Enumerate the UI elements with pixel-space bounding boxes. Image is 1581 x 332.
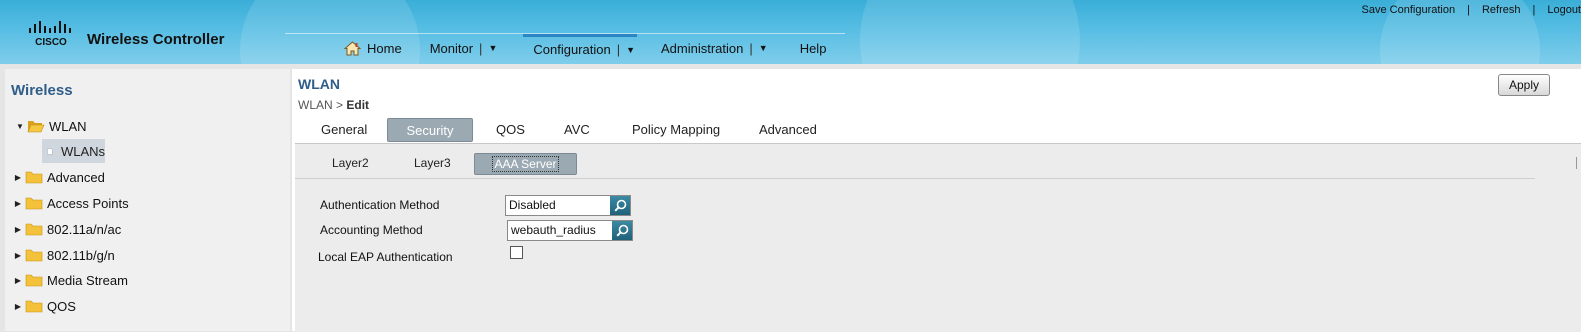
- separator: |: [1467, 4, 1470, 16]
- utility-links: Save Configuration | Refresh | Logout: [1362, 4, 1581, 16]
- expanded-arrow-icon[interactable]: ▼: [15, 122, 25, 131]
- collapsed-arrow-icon[interactable]: ▶: [13, 173, 23, 182]
- top-header: CISCO Wireless Controller Save Configura…: [0, 0, 1581, 64]
- search-icon[interactable]: [612, 221, 632, 240]
- chevron-down-icon[interactable]: ▼: [759, 43, 768, 53]
- tab-bar: General Security QOS AVC Policy Mapping …: [292, 118, 1581, 142]
- folder-icon: [25, 197, 43, 210]
- breadcrumb-current: Edit: [346, 98, 370, 112]
- nav-help-label: Help: [799, 40, 827, 56]
- nav-monitor[interactable]: Monitor | ▼: [428, 34, 500, 62]
- subtab-layer3[interactable]: Layer3: [414, 153, 451, 173]
- sidebar-item-label: 802.11a/n/ac: [47, 221, 122, 237]
- subtab-aaa-server[interactable]: AAA Server: [474, 153, 577, 175]
- tab-qos[interactable]: QOS: [496, 118, 525, 140]
- folder-icon: [25, 249, 43, 262]
- acct-method-value[interactable]: webauth_radius: [508, 221, 612, 240]
- sidebar-title: Wireless: [11, 82, 73, 99]
- tab-avc[interactable]: AVC: [564, 118, 590, 140]
- subtab-layer2[interactable]: Layer2: [332, 153, 369, 173]
- breadcrumb-parent[interactable]: WLAN: [298, 98, 333, 112]
- sidebar-item-label: QOS: [47, 298, 76, 314]
- nav-administration[interactable]: Administration | ▼: [659, 34, 770, 62]
- folder-icon: [25, 223, 43, 236]
- collapsed-arrow-icon[interactable]: ▶: [13, 199, 23, 208]
- local-eap-label: Local EAP Authentication: [318, 250, 453, 264]
- logo-text: CISCO: [35, 37, 67, 48]
- sidebar-item-media-stream[interactable]: ▶ Media Stream: [13, 269, 128, 291]
- subtab-aaa-server-label: AAA Server: [492, 156, 559, 172]
- refresh-link[interactable]: Refresh: [1482, 4, 1521, 16]
- nav-administration-label: Administration: [661, 40, 744, 56]
- collapsed-arrow-icon[interactable]: ▶: [13, 251, 23, 260]
- security-content: Layer2 Layer3 AAA Server Authentication …: [295, 143, 1581, 332]
- auth-method-field[interactable]: Disabled: [505, 195, 631, 216]
- separator: |: [749, 40, 753, 56]
- tab-general[interactable]: General: [321, 118, 367, 140]
- auth-method-value[interactable]: Disabled: [506, 196, 610, 215]
- sidebar-item-label: Media Stream: [47, 272, 128, 288]
- local-eap-checkbox[interactable]: [510, 246, 523, 259]
- auth-method-label: Authentication Method: [320, 198, 440, 212]
- acct-method-label: Accounting Method: [320, 223, 423, 237]
- save-configuration-link[interactable]: Save Configuration: [1362, 4, 1456, 16]
- sidebar: Wireless ▼ WLAN WLANs ▶ Advanced ▶ Acces…: [5, 69, 290, 331]
- separator: |: [1532, 4, 1536, 16]
- sidebar-item-wlans[interactable]: WLANs: [42, 139, 105, 163]
- page-title: WLAN: [298, 76, 340, 92]
- separator: |: [479, 40, 483, 56]
- collapsed-arrow-icon[interactable]: ▶: [13, 225, 23, 234]
- tab-security[interactable]: Security: [387, 118, 473, 142]
- chevron-down-icon[interactable]: ▼: [626, 45, 635, 55]
- sidebar-item-label: WLANs: [60, 143, 105, 159]
- sidebar-item-wlan[interactable]: ▼ WLAN: [15, 115, 87, 137]
- tab-policy-mapping[interactable]: Policy Mapping: [632, 118, 720, 140]
- logout-link[interactable]: Logout: [1547, 4, 1581, 16]
- sidebar-item-advanced[interactable]: ▶ Advanced: [13, 166, 105, 188]
- nav-configuration[interactable]: Configuration | ▼: [523, 34, 637, 62]
- cisco-logo: CISCO: [29, 21, 71, 48]
- sidebar-item-802-11b[interactable]: ▶ 802.11b/g/n: [13, 244, 115, 266]
- nav-home-label: Home: [367, 40, 402, 56]
- home-icon: [344, 40, 361, 55]
- document-icon: [47, 147, 53, 155]
- sidebar-item-label: Advanced: [47, 169, 105, 185]
- sidebar-item-label: Access Points: [47, 195, 129, 211]
- breadcrumb: WLAN > Edit: [298, 98, 369, 112]
- main-panel: WLAN WLAN > Edit Apply General Security …: [292, 69, 1581, 332]
- folder-open-icon: [27, 121, 45, 133]
- nav-help[interactable]: Help: [798, 34, 829, 62]
- chevron-down-icon[interactable]: ▼: [488, 43, 497, 53]
- separator: |: [616, 42, 621, 57]
- nav-monitor-label: Monitor: [429, 40, 474, 56]
- folder-icon: [25, 171, 43, 184]
- folder-icon: [25, 300, 43, 313]
- sidebar-item-802-11a[interactable]: ▶ 802.11a/n/ac: [13, 218, 121, 240]
- collapsed-arrow-icon[interactable]: ▶: [13, 276, 23, 285]
- collapsed-arrow-icon[interactable]: ▶: [13, 302, 23, 311]
- folder-icon: [25, 274, 43, 287]
- nav-home[interactable]: Home: [342, 34, 404, 62]
- brand-title: Wireless Controller: [87, 31, 225, 48]
- sidebar-item-qos[interactable]: ▶ QOS: [13, 295, 76, 317]
- acct-method-field[interactable]: webauth_radius: [507, 220, 633, 241]
- search-icon[interactable]: [610, 196, 630, 215]
- main-nav: Home Monitor | ▼ Configuration | ▼ Admin…: [342, 34, 828, 64]
- subtab-bar: Layer2 Layer3 AAA Server: [295, 144, 1535, 179]
- sidebar-item-label: 802.11b/g/n: [47, 247, 115, 263]
- scrollbar-edge: [1576, 157, 1581, 169]
- nav-configuration-label: Configuration: [533, 42, 611, 57]
- breadcrumb-separator: >: [336, 98, 344, 112]
- apply-button[interactable]: Apply: [1498, 74, 1550, 96]
- sidebar-item-access-points[interactable]: ▶ Access Points: [13, 192, 129, 214]
- tab-advanced[interactable]: Advanced: [759, 118, 817, 140]
- sidebar-item-label: WLAN: [49, 118, 87, 134]
